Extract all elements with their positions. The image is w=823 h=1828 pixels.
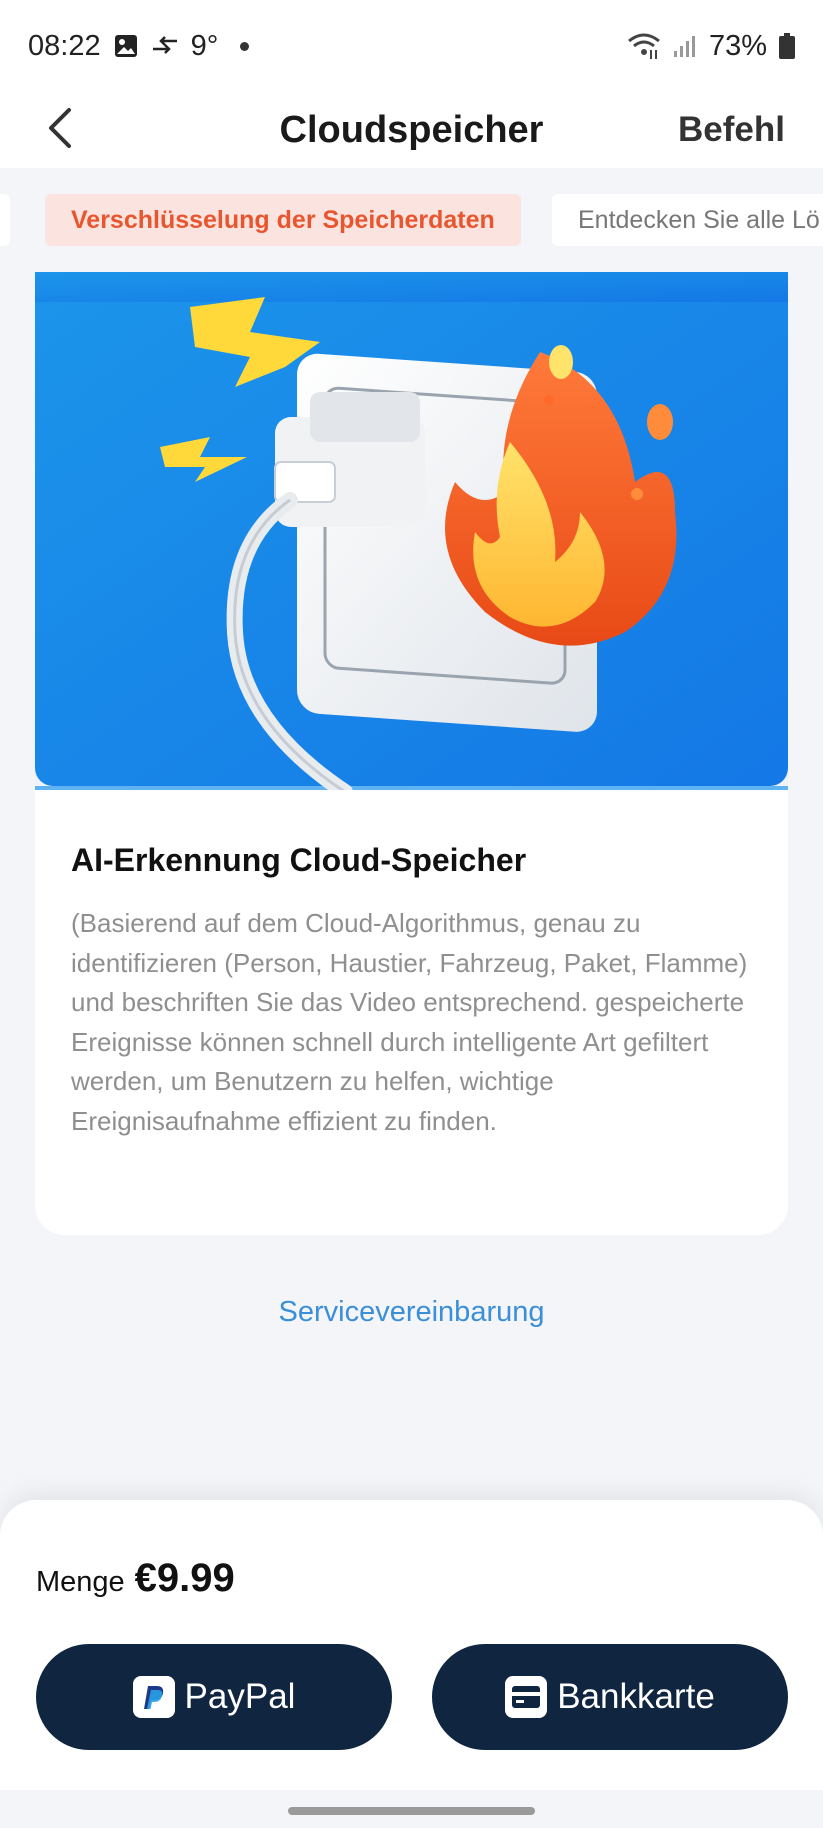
wifi-icon <box>627 32 661 60</box>
tab-strip: Verschlüsselung der Speicherdaten Entdec… <box>0 168 823 272</box>
bankkarte-button[interactable]: Bankkarte <box>432 1644 788 1750</box>
tab-previous-edge[interactable] <box>0 194 10 246</box>
status-bar: 08:22 9° 73% <box>0 0 823 92</box>
image-icon <box>113 33 139 59</box>
status-temperature: 9° <box>190 29 219 62</box>
feature-title: AI-Erkennung Cloud-Speicher <box>71 842 527 878</box>
status-battery-text: 73% <box>708 29 767 62</box>
notification-dot-icon <box>240 41 250 51</box>
credit-card-icon <box>505 1676 548 1718</box>
status-time: 08:22 <box>28 29 101 62</box>
price-label: Menge <box>36 1566 125 1598</box>
paypal-button-label: PayPal <box>184 1677 296 1716</box>
feature-description: (Basierend auf dem Cloud-Algorithmus, ge… <box>71 908 748 1136</box>
paypal-button[interactable]: PayPal <box>36 1644 392 1750</box>
signal-icon <box>673 34 697 58</box>
battery-icon <box>779 33 795 59</box>
status-left: 08:22 9° <box>28 29 250 63</box>
home-indicator[interactable] <box>288 1807 535 1815</box>
price-row: Menge €9.99 <box>36 1556 235 1601</box>
service-agreement-link[interactable]: Servicevereinbarung <box>0 1296 823 1329</box>
navigation-bar: Cloudspeicher Befehl <box>0 92 823 168</box>
bankkarte-button-label: Bankkarte <box>557 1677 715 1716</box>
paypal-icon <box>132 1676 175 1718</box>
befehl-button[interactable]: Befehl <box>678 92 785 168</box>
purchase-sheet: Menge €9.99 PayPal Bankkarte <box>0 1500 823 1790</box>
price-value: €9.99 <box>134 1556 235 1600</box>
tab-encryption[interactable]: Verschlüsselung der Speicherdaten <box>45 194 521 246</box>
data-transfer-icon <box>151 35 179 57</box>
feature-card: AI-Erkennung Cloud-Speicher (Basierend a… <box>35 272 788 1235</box>
plug-fire-illustration <box>35 272 788 790</box>
status-right: 73% <box>627 30 795 63</box>
tab-discover-all[interactable]: Entdecken Sie alle Lö <box>552 194 823 246</box>
